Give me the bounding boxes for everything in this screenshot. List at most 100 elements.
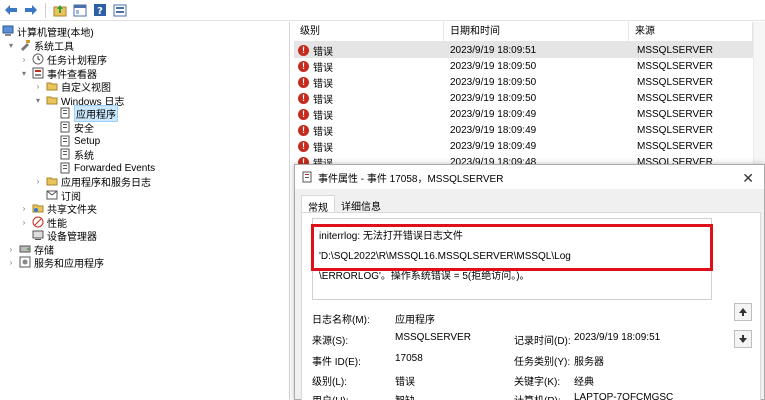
toolbar-divider — [45, 2, 46, 18]
back-arrow-icon[interactable] — [2, 2, 19, 19]
row-level: 错误 — [313, 62, 333, 74]
tree-item-computer-management[interactable]: 计算机管理(本地) — [2, 24, 94, 39]
arrow-down-icon — [739, 335, 747, 343]
properties-icon[interactable] — [111, 2, 128, 19]
dialog-icon — [301, 171, 313, 183]
logged-value: 2023/9/19 18:09:51 — [574, 332, 661, 343]
row-datetime: 2023/9/19 18:09:51 — [450, 44, 537, 56]
next-event-button[interactable] — [734, 330, 752, 348]
tree-item-label: 系统 — [74, 150, 94, 162]
shared-folder-icon — [32, 202, 44, 214]
folder-icon — [46, 94, 58, 106]
chevron-down-icon[interactable]: ▾ — [6, 41, 16, 50]
console-tree: 计算机管理(本地) ▾ 系统工具 › 任务计划程序 ▾ 事件查看器 › 自定义视… — [0, 22, 290, 400]
row-source: MSSQLSERVER — [637, 44, 713, 56]
help-icon[interactable]: ? — [91, 2, 108, 19]
column-header-source[interactable]: 来源 — [629, 22, 753, 42]
task-value: 服务器 — [574, 357, 604, 368]
tree-item-label: 设备管理器 — [47, 231, 97, 243]
tree-item-task-scheduler[interactable]: › 任务计划程序 — [19, 52, 107, 67]
chevron-right-icon[interactable]: › — [6, 258, 16, 267]
event-id-value: 17058 — [395, 353, 423, 364]
chevron-down-icon[interactable]: ▾ — [33, 96, 43, 105]
chevron-down-icon[interactable]: ▾ — [19, 69, 29, 78]
chevron-right-icon[interactable]: › — [19, 55, 29, 64]
table-row[interactable]: ! 错误 2023/9/19 18:09:50 MSSQLSERVER — [294, 74, 765, 90]
row-level: 错误 — [313, 142, 333, 154]
tree-item-label: Setup — [74, 135, 101, 147]
dialog-title: 事件属性 - 事件 17058，MSSQLSERVER — [318, 173, 504, 185]
chevron-right-icon[interactable]: › — [19, 204, 29, 213]
column-header-datetime[interactable]: 日期和时间 — [444, 22, 629, 42]
event-description[interactable]: initerrlog: 无法打开错误日志文件 'D:\SQL2022\R\MSS… — [312, 218, 712, 300]
tree-item-security[interactable]: 安全 — [46, 120, 94, 135]
row-level: 错误 — [313, 78, 333, 90]
error-icon: ! — [298, 108, 309, 120]
keywords-value: 经典 — [574, 377, 594, 388]
up-folder-icon[interactable] — [51, 2, 68, 19]
forward-arrow-icon[interactable] — [22, 2, 39, 19]
description-line-2: \ERRORLOG'。操作系统错误 = 5(拒绝访问。)。 — [319, 271, 530, 282]
log-name-value: 应用程序 — [395, 315, 435, 326]
close-icon[interactable]: ✕ — [742, 170, 754, 187]
table-row[interactable]: ! 错误 2023/9/19 18:09:50 MSSQLSERVER — [294, 90, 765, 106]
tree-item-label: 服务和应用程序 — [34, 258, 104, 270]
chevron-right-icon[interactable]: › — [6, 245, 16, 254]
tree-item-label: 系统工具 — [34, 41, 74, 53]
tree-item-shared-folders[interactable]: › 共享文件夹 — [19, 201, 97, 216]
row-source: MSSQLSERVER — [637, 60, 713, 72]
user-label: 用户(U): — [312, 392, 349, 400]
tree-item-app-service-logs[interactable]: › 应用程序和服务日志 — [33, 174, 151, 189]
table-row[interactable]: ! 错误 2023/9/19 18:09:50 MSSQLSERVER — [294, 58, 765, 74]
computer-label: 计算机(R): — [514, 392, 561, 400]
previous-event-button[interactable] — [734, 303, 752, 321]
column-header-level[interactable]: 级别 — [294, 22, 444, 42]
log-name-label: 日志名称(M): — [312, 315, 370, 326]
row-datetime: 2023/9/19 18:09:50 — [450, 92, 537, 104]
tree-item-label: 任务计划程序 — [47, 55, 107, 67]
tree-item-application[interactable]: 应用程序 — [46, 104, 118, 122]
chevron-right-icon[interactable]: › — [33, 82, 43, 91]
table-row[interactable]: ! 错误 2023/9/19 18:09:49 MSSQLSERVER — [294, 122, 765, 138]
row-source: MSSQLSERVER — [637, 124, 713, 136]
tree-item-label: 共享文件夹 — [47, 204, 97, 216]
tree-item-system-tools[interactable]: ▾ 系统工具 — [6, 38, 74, 53]
event-viewer-icon — [32, 67, 44, 79]
level-label: 级别(L): — [312, 377, 347, 388]
tree-item-services-apps[interactable]: › 服务和应用程序 — [6, 255, 104, 270]
row-source: MSSQLSERVER — [637, 108, 713, 120]
description-line-1: initerrlog: 无法打开错误日志文件 'D:\SQL2022\R\MSS… — [319, 231, 571, 262]
table-row[interactable]: ! 错误 2023/9/19 18:09:49 MSSQLSERVER — [294, 106, 765, 122]
keywords-label: 关键字(K): — [514, 377, 561, 388]
tools-icon — [19, 39, 31, 51]
tree-item-device-manager[interactable]: 设备管理器 — [19, 228, 97, 243]
table-row[interactable]: ! 错误 2023/9/19 18:09:51 MSSQLSERVER — [294, 42, 765, 58]
row-level: 错误 — [313, 110, 333, 122]
tree-item-system[interactable]: 系统 — [46, 147, 94, 162]
error-icon: ! — [298, 140, 309, 152]
tree-item-label: 应用程序和服务日志 — [61, 177, 151, 189]
chevron-right-icon[interactable]: › — [33, 177, 43, 186]
chevron-right-icon[interactable]: › — [19, 218, 29, 227]
list-scrollbar[interactable] — [753, 22, 765, 168]
row-level: 错误 — [313, 46, 333, 58]
table-row[interactable]: ! 错误 2023/9/19 18:09:49 MSSQLSERVER — [294, 138, 765, 154]
row-source: MSSQLSERVER — [637, 140, 713, 152]
row-datetime: 2023/9/19 18:09:49 — [450, 108, 537, 120]
logged-label: 记录时间(D): — [514, 336, 571, 347]
tree-item-custom-views[interactable]: › 自定义视图 — [33, 79, 111, 94]
event-properties-dialog: 事件属性 - 事件 17058，MSSQLSERVER ✕ 常规 详细信息 in… — [294, 164, 765, 400]
event-list: 级别 日期和时间 来源 ! 错误 2023/9/19 18:09:51 MSSQL… — [294, 22, 765, 168]
console-tree-icon[interactable] — [71, 2, 88, 19]
clock-icon — [32, 53, 44, 65]
source-label: 来源(S): — [312, 336, 349, 347]
row-datetime: 2023/9/19 18:09:50 — [450, 60, 537, 72]
storage-icon — [19, 243, 31, 255]
tab-details[interactable]: 详细信息 — [335, 195, 387, 213]
log-icon — [59, 121, 71, 133]
tree-item-label: Forwarded Events — [74, 162, 156, 174]
source-value: MSSQLSERVER — [395, 332, 471, 343]
tab-general[interactable]: 常规 — [301, 195, 335, 214]
log-icon — [59, 107, 71, 119]
services-icon — [19, 256, 31, 268]
